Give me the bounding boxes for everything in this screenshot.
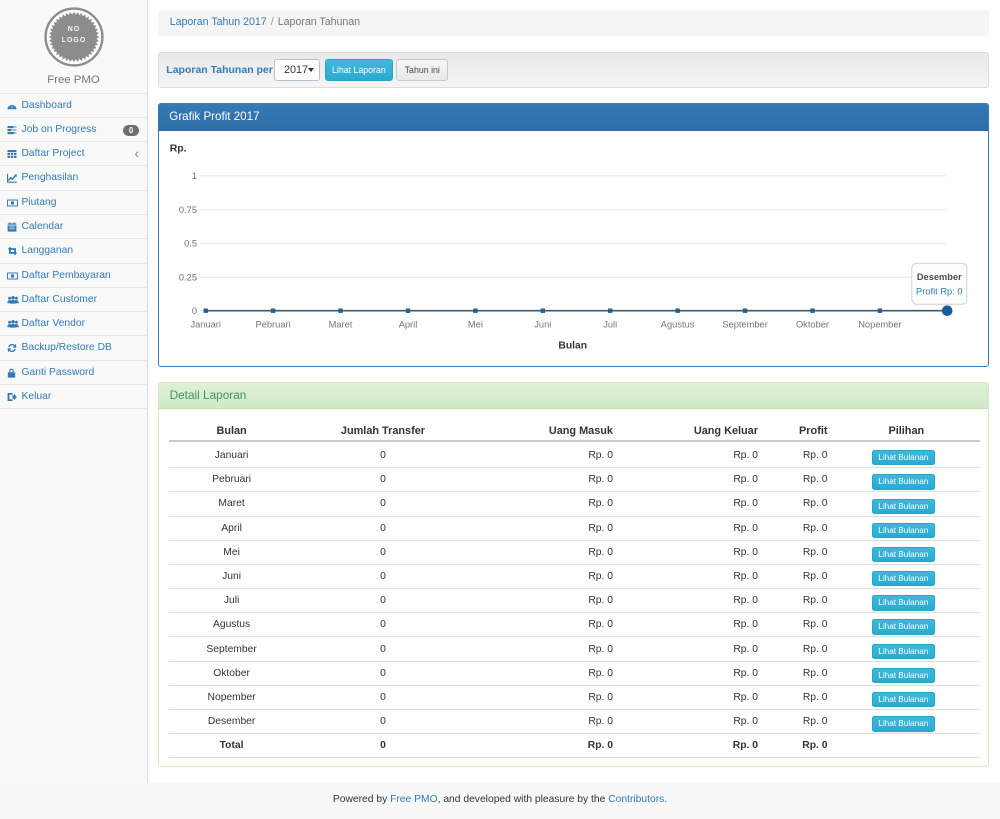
svg-text:Juli: Juli — [604, 320, 618, 330]
svg-text:Agustus: Agustus — [661, 320, 695, 330]
svg-text:NO: NO — [67, 26, 80, 33]
svg-text:0.5: 0.5 — [184, 239, 197, 249]
svg-text:Pebruari: Pebruari — [256, 320, 291, 330]
svg-text:Januari: Januari — [191, 320, 222, 330]
svg-text:Rp.: Rp. — [170, 143, 187, 155]
svg-text:0: 0 — [192, 306, 197, 316]
svg-text:Bulan: Bulan — [559, 341, 588, 352]
svg-text:Nopember: Nopember — [858, 320, 901, 330]
svg-text:Maret: Maret — [329, 320, 353, 330]
svg-text:Oktober: Oktober — [796, 320, 829, 330]
svg-text:Mei: Mei — [468, 320, 483, 330]
svg-text:Profit Rp: 0: Profit Rp: 0 — [916, 287, 963, 297]
svg-text:April: April — [399, 320, 418, 330]
svg-text:LOGO: LOGO — [61, 37, 86, 44]
svg-text:0.75: 0.75 — [179, 205, 197, 215]
svg-text:Desember: Desember — [917, 272, 962, 282]
svg-text:September: September — [723, 320, 768, 330]
svg-text:1: 1 — [192, 171, 197, 181]
svg-text:0.25: 0.25 — [179, 273, 197, 283]
svg-text:Juni: Juni — [535, 320, 552, 330]
